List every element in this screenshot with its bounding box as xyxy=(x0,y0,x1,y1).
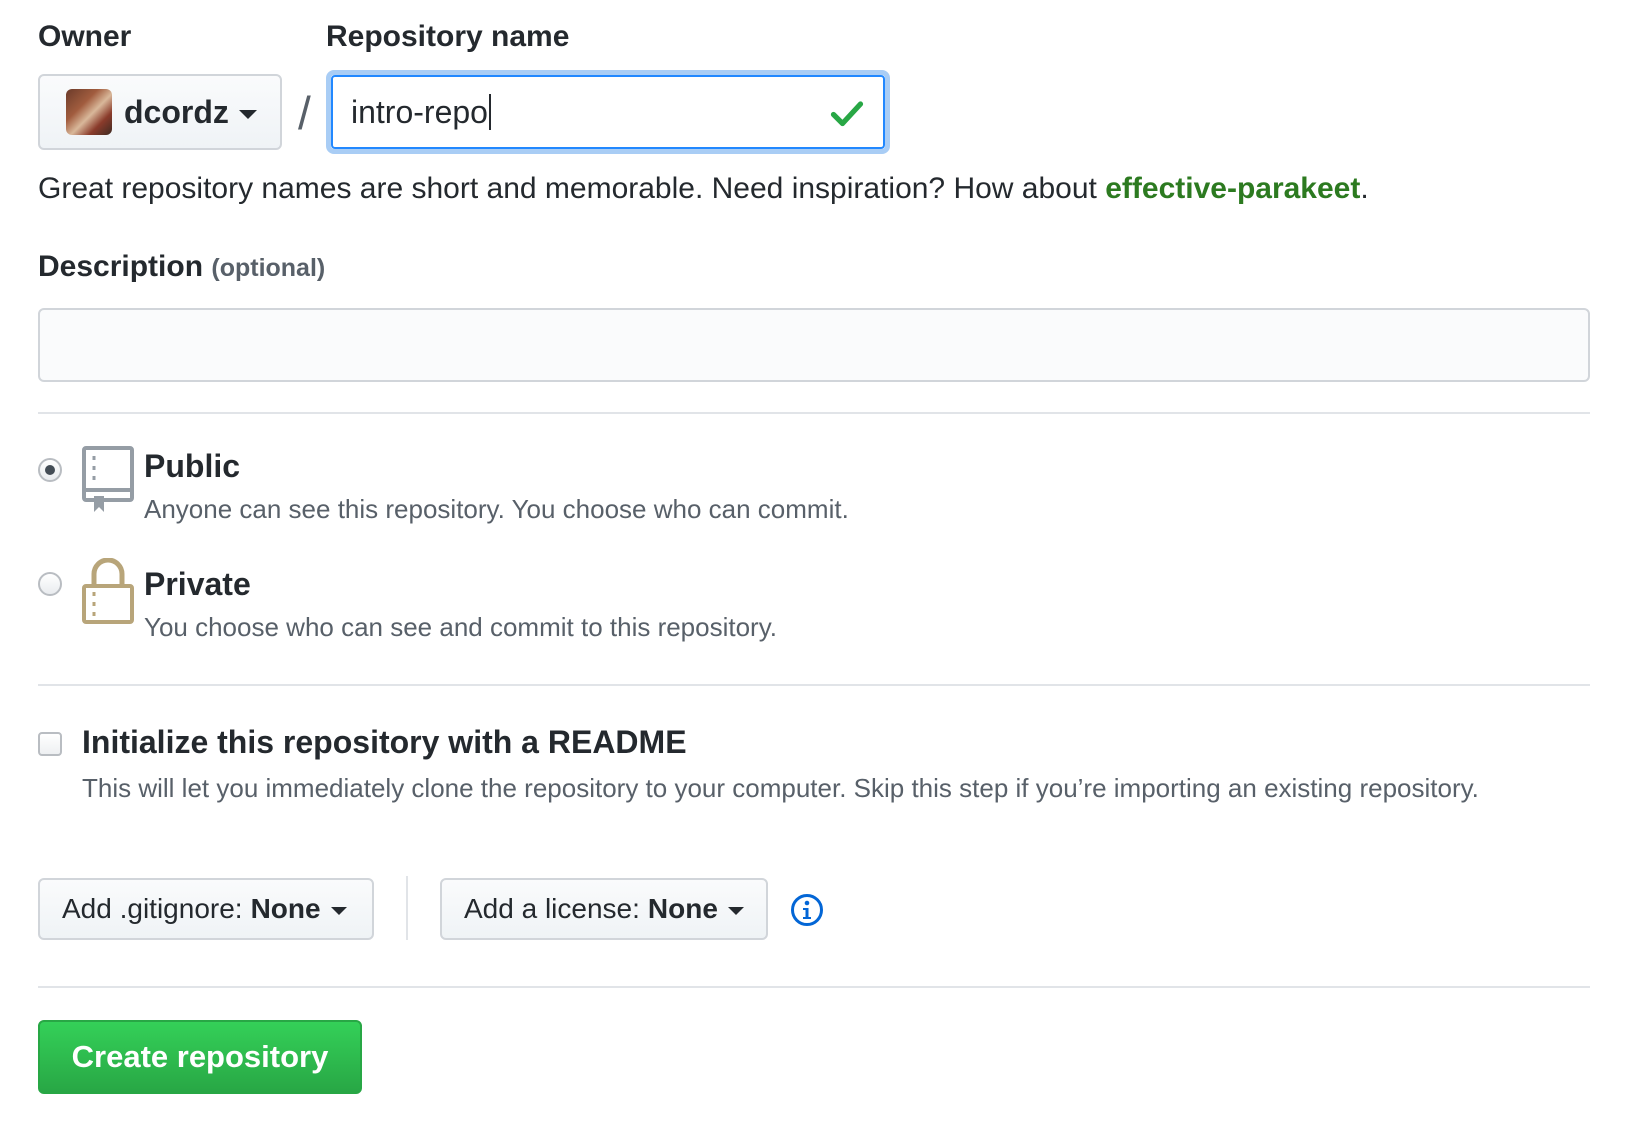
chevron-down-icon xyxy=(238,109,257,119)
create-repository-button[interactable]: Create repository xyxy=(38,1020,362,1094)
gitignore-dropdown[interactable]: Add .gitignore: None xyxy=(38,878,374,940)
repo-name-value: intro-repo xyxy=(351,93,488,130)
repo-book-icon xyxy=(82,446,134,512)
chevron-down-icon xyxy=(727,907,744,915)
optional-tag: (optional) xyxy=(211,254,326,282)
text-cursor xyxy=(488,94,491,130)
readme-title: Initialize this repository with a README xyxy=(82,724,687,760)
suggestion-link[interactable]: effective-parakeet xyxy=(1105,172,1360,205)
repo-name-focus-ring: intro-repo xyxy=(326,70,890,154)
divider xyxy=(38,986,1590,988)
divider xyxy=(38,412,1590,414)
private-desc: You choose who can see and commit to thi… xyxy=(144,612,778,642)
owner-name: dcordz xyxy=(124,93,229,130)
public-desc: Anyone can see this repository. You choo… xyxy=(144,494,849,524)
public-title: Public xyxy=(144,448,241,484)
public-radio[interactable] xyxy=(38,458,62,482)
private-radio[interactable] xyxy=(38,572,62,596)
gitignore-label: Add .gitignore: xyxy=(62,893,243,924)
description-label: Description (optional) xyxy=(38,250,326,283)
divider xyxy=(38,684,1590,686)
owner-label: Owner xyxy=(38,20,132,53)
repo-name-input[interactable]: intro-repo xyxy=(331,75,885,149)
avatar xyxy=(66,89,112,135)
readme-checkbox[interactable] xyxy=(38,732,62,756)
check-icon xyxy=(830,101,864,127)
private-title: Private xyxy=(144,566,251,602)
info-icon[interactable] xyxy=(790,893,824,927)
gitignore-value: None xyxy=(250,893,321,924)
owner-dropdown[interactable]: dcordz xyxy=(38,74,282,150)
license-dropdown[interactable]: Add a license: None xyxy=(440,878,768,940)
readme-desc: This will let you immediately clone the … xyxy=(82,773,1479,803)
lock-icon xyxy=(82,558,134,624)
create-repo-form: Owner Repository name dcordz / intro-rep… xyxy=(0,0,1626,1136)
license-value: None xyxy=(647,893,718,924)
license-label: Add a license: xyxy=(464,893,640,924)
repo-name-label: Repository name xyxy=(326,20,570,53)
description-input[interactable] xyxy=(38,308,1590,382)
repo-name-hint: Great repository names are short and mem… xyxy=(38,172,1369,205)
owner-repo-separator: / xyxy=(298,87,311,139)
chevron-down-icon xyxy=(330,907,347,915)
vertical-divider xyxy=(406,876,408,940)
